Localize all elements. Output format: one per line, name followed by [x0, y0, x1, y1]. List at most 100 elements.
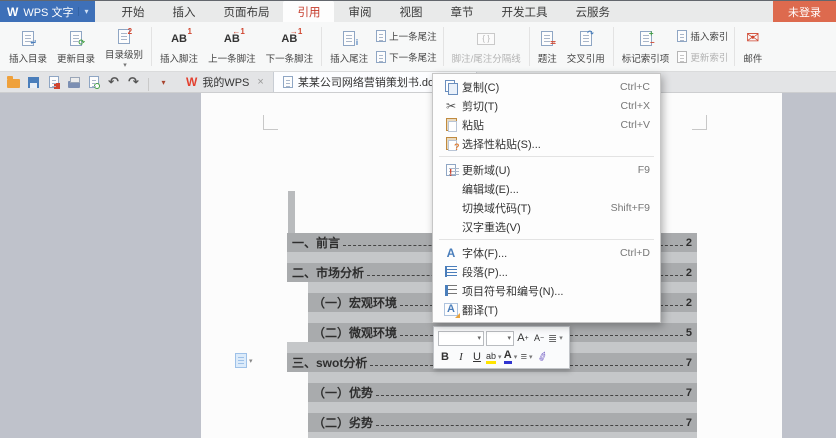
- font-size-select[interactable]: ▾: [486, 331, 514, 346]
- export-pdf-button[interactable]: [45, 74, 62, 91]
- prev-footnote-label: 上一条脚注: [208, 51, 256, 65]
- toc-level-button[interactable]: 2 目录级别: [100, 22, 148, 71]
- borders-button[interactable]: ≡: [520, 349, 534, 365]
- tab-cloud[interactable]: 云服务: [561, 1, 624, 22]
- wps-logo-icon: W: [7, 5, 18, 19]
- wps-app-button[interactable]: W WPS 文字 ▾: [0, 1, 95, 22]
- line-spacing-icon: ≣: [548, 332, 557, 345]
- open-icon: [7, 79, 20, 88]
- menu-item-paste[interactable]: 粘贴 Ctrl+V: [433, 115, 660, 134]
- update-index-label: 更新索引: [690, 50, 728, 64]
- insert-index-button[interactable]: 插入索引: [677, 28, 728, 43]
- context-menu: 复制(C) Ctrl+C ✂ 剪切(T) Ctrl+X 粘贴 Ctrl+V 选择…: [432, 73, 661, 323]
- menu-item-toggle-field-codes[interactable]: 切换域代码(T) Shift+F9: [433, 198, 660, 217]
- chevron-down-icon: ▾: [507, 334, 511, 342]
- print-preview-button[interactable]: [85, 74, 102, 91]
- insert-endnote-button[interactable]: i 插入尾注: [325, 22, 373, 71]
- italic-button[interactable]: I: [454, 349, 468, 365]
- print-preview-icon: [89, 76, 99, 88]
- redo-button[interactable]: ↷: [125, 74, 142, 91]
- wps-home-icon: W: [186, 75, 197, 89]
- print-button[interactable]: [65, 74, 82, 91]
- tab-developer[interactable]: 开发工具: [487, 1, 561, 22]
- chevron-down-icon: ▾: [249, 357, 253, 365]
- undo-button[interactable]: ↶: [105, 74, 122, 91]
- prev-footnote-icon: [224, 33, 240, 45]
- footnote-separator-label: 脚注/尾注分隔线: [452, 51, 521, 65]
- home-doc-tab[interactable]: W 我的WPS ×: [177, 72, 273, 92]
- mark-index-entry-button[interactable]: +− 标记索引项: [617, 22, 675, 71]
- mail-button[interactable]: ✉ 邮件: [738, 22, 767, 71]
- tab-section[interactable]: 章节: [436, 1, 487, 22]
- login-button[interactable]: 未登录: [773, 1, 836, 22]
- update-toc-button[interactable]: ⟳ 更新目录: [52, 22, 100, 71]
- prev-endnote-button[interactable]: 上一条尾注: [376, 28, 437, 43]
- menu-item-font[interactable]: A 字体(F)... Ctrl+D: [433, 243, 660, 262]
- open-button[interactable]: [5, 74, 22, 91]
- underline-button[interactable]: U: [470, 349, 484, 365]
- chevron-down-icon[interactable]: ▾: [78, 7, 88, 16]
- cross-reference-button[interactable]: ↷ 交叉引用: [562, 22, 610, 71]
- menu-item-cut[interactable]: ✂ 剪切(T) Ctrl+X: [433, 96, 660, 115]
- close-icon[interactable]: ×: [257, 76, 263, 88]
- tab-page-layout[interactable]: 页面布局: [209, 1, 283, 22]
- customize-caret-icon: ▾: [161, 78, 165, 87]
- tab-references[interactable]: 引用: [283, 1, 334, 22]
- next-footnote-button[interactable]: 下一条脚注: [261, 22, 319, 71]
- menu-item-translate[interactable]: A 翻译(T): [433, 300, 660, 319]
- bold-button[interactable]: B: [438, 349, 452, 365]
- tab-review[interactable]: 审阅: [334, 1, 385, 22]
- font-color-icon: A: [504, 350, 512, 364]
- footnote-separator-icon: { }: [477, 33, 495, 45]
- shrink-font-button[interactable]: A−: [532, 330, 546, 346]
- toc-level-label: 目录级别: [105, 47, 143, 61]
- wps-writer-window: W WPS 文字 ▾ 开始 插入 页面布局 引用 审阅 视图 章节 开发工具 云…: [0, 0, 836, 438]
- insert-toc-button[interactable]: ↵ 插入目录: [4, 22, 52, 71]
- menu-item-edit-field[interactable]: 编辑域(E)...: [433, 179, 660, 198]
- font-name-select[interactable]: ▾: [438, 331, 484, 346]
- save-icon: [28, 77, 39, 88]
- insert-footnote-button[interactable]: 插入脚注: [155, 22, 203, 71]
- format-painter-button[interactable]: ✐: [536, 349, 550, 365]
- toc-entry[interactable]: （一）优势 7: [308, 383, 697, 402]
- ribbon-tab-strip: 开始 插入 页面布局 引用 审阅 视图 章节 开发工具 云服务: [107, 1, 624, 22]
- export-pdf-icon: [49, 76, 59, 88]
- wps-app-label: WPS 文字: [23, 4, 73, 20]
- translate-icon: A: [444, 303, 458, 316]
- tab-view[interactable]: 视图: [385, 1, 436, 22]
- highlight-color-button[interactable]: ab: [486, 349, 502, 365]
- document-tab-bar: ↶ ↷ ▾ W 我的WPS × 某某公司网络营销策划书.docx * × +: [0, 72, 836, 93]
- paragraph-icon: [445, 266, 457, 277]
- line-spacing-button[interactable]: ≣: [548, 330, 563, 346]
- toc-entry-text: 一、前言: [292, 234, 340, 251]
- update-toc-label: 更新目录: [57, 51, 95, 65]
- menu-item-update-field[interactable]: 更新域(U) F9: [433, 160, 660, 179]
- menu-item-paragraph[interactable]: 段落(P)...: [433, 262, 660, 281]
- prev-footnote-button[interactable]: 上一条脚注: [203, 22, 261, 71]
- paste-icon: [446, 118, 457, 131]
- insert-footnote-label: 插入脚注: [160, 51, 198, 65]
- update-index-button: 更新索引: [677, 50, 728, 65]
- menu-item-paste-special[interactable]: 选择性粘贴(S)...: [433, 134, 660, 153]
- menu-item-copy[interactable]: 复制(C) Ctrl+C: [433, 77, 660, 96]
- mark-index-entry-label: 标记索引项: [622, 51, 670, 65]
- tab-home[interactable]: 开始: [107, 1, 158, 22]
- toc-entry[interactable]: （二）劣势 7: [308, 413, 697, 432]
- margin-corner-mark: [692, 115, 707, 130]
- tab-insert[interactable]: 插入: [158, 1, 209, 22]
- menu-item-hanzi-reselect[interactable]: 汉字重选(V): [433, 217, 660, 236]
- cross-reference-icon: ↷: [580, 31, 592, 46]
- caption-button[interactable]: ≖ 题注: [533, 22, 562, 71]
- toc-page-number: 2: [686, 267, 692, 279]
- grow-font-button[interactable]: A+: [516, 330, 530, 346]
- menu-separator: [439, 239, 654, 240]
- save-button[interactable]: [25, 74, 42, 91]
- next-endnote-button[interactable]: 下一条尾注: [376, 50, 437, 65]
- customize-toolbar-button[interactable]: ▾: [155, 74, 172, 91]
- font-color-button[interactable]: A: [504, 349, 518, 365]
- ribbon: ↵ 插入目录 ⟳ 更新目录 2 目录级别 插入脚注 上一条脚注 下一条脚注 i …: [0, 22, 836, 72]
- borders-icon: ≡: [521, 351, 527, 363]
- menu-item-bullets-numbering[interactable]: 项目符号和编号(N)...: [433, 281, 660, 300]
- toc-update-field-button[interactable]: ▾: [235, 353, 253, 368]
- caption-icon: ≖: [541, 31, 553, 46]
